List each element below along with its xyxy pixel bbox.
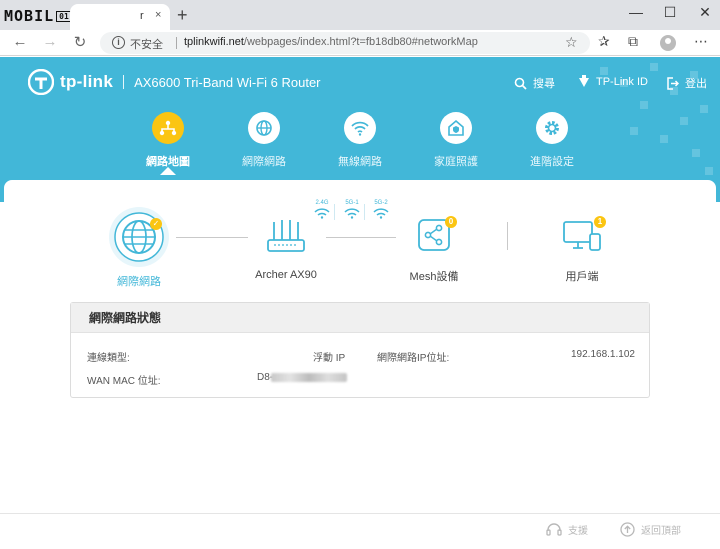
new-tab-button[interactable]: + [177,5,188,26]
internet-status-card: 網際網路狀態 連線類型: 浮動 IP 網際網路IP位址: 192.168.1.1… [70,302,650,398]
more-menu-icon[interactable]: ⋯ [694,33,708,50]
menu-advanced[interactable]: 進階設定 [504,112,600,169]
band-5g2[interactable]: 5G-2 [371,200,391,224]
router-label: Archer AX90 [255,269,317,281]
wifi-small-icon [314,208,330,219]
router-model-title: AX6600 Tri-Band Wi-Fi 6 Router [134,74,321,90]
search-label: 搜尋 [533,78,555,90]
address-bar[interactable]: i 不安全 tplinkwifi.net/webpages/index.html… [100,32,590,54]
network-map-icon [152,112,184,144]
connector-line [176,237,248,238]
band-label: 5G-2 [374,200,388,206]
maximize-button[interactable]: ☐ [655,4,685,21]
band-5g1[interactable]: 5G-1 [342,200,362,224]
arrow-up-circle-icon [620,522,635,537]
home-care-icon [440,112,472,144]
close-window-button[interactable]: ✕ [690,4,720,21]
tab-title: r [140,10,144,22]
status-card-title: 網際網路狀態 [71,303,649,333]
internet-label: 網際網路 [117,276,161,288]
band-label: 2.4G [315,200,329,206]
logout-button[interactable]: 登出 [666,75,707,91]
band-divider [334,204,335,220]
connection-type-value: 浮動 IP [313,353,346,364]
internet-globe-icon [109,207,169,267]
clients-count-badge: 1 [594,216,606,228]
connection-type-label: 連線類型: [87,353,130,364]
search-button[interactable]: 搜尋 [514,75,555,91]
menu-wireless[interactable]: 無線網路 [312,112,408,169]
tplink-id-label: TP-Link ID [596,75,648,88]
active-menu-indicator [160,167,176,175]
back-to-top-button[interactable]: 返回頂部 [620,522,681,537]
security-label: 不安全 [130,39,163,51]
menu-home-care[interactable]: 家庭照護 [408,112,504,169]
search-icon [514,77,527,90]
support-button[interactable]: 支援 [546,522,588,537]
footer-divider [0,513,720,514]
back-to-top-label: 返回頂部 [641,526,681,537]
browser-toolbar: ← → ↻ i 不安全 tplinkwifi.net/webpages/inde… [0,30,720,56]
support-label: 支援 [568,526,588,537]
minimize-button[interactable]: — [621,4,651,20]
band-label: 5G-1 [345,200,359,206]
profile-avatar[interactable] [660,35,676,51]
wan-mac-label: WAN MAC 位址: [87,376,161,387]
router-icon [267,220,305,252]
connector-line [326,237,396,238]
internet-node[interactable]: ✓ 網際網路 [104,206,174,289]
band-24g[interactable]: 2.4G [312,200,332,224]
menu-label: 網際網路 [242,156,286,168]
bookmark-star-icon[interactable]: ☆ [565,34,578,51]
tab-close-button[interactable]: × [155,9,161,21]
band-divider [364,204,365,220]
clients-label: 用戶端 [565,271,599,283]
connector-divider [507,222,508,250]
globe-icon [248,112,280,144]
collections-icon[interactable]: ⧉ [628,33,638,50]
main-content: ✓ 網際網路 Archer AX90 2.4G 5G-1 5G-2 0 Mesh… [4,180,716,546]
clients-node[interactable]: 1 用戶端 [546,216,618,284]
forward-arrow-icon[interactable]: → [40,33,60,50]
tplink-id-button[interactable]: TP-Link ID [578,75,648,88]
logout-label: 登出 [685,78,707,90]
internet-ip-label: 網際網路IP位址: [377,353,450,364]
url-path: /webpages/index.html?t=fb18db80#networkM… [243,36,478,48]
tplink-id-icon [579,75,589,87]
router-node[interactable]: Archer AX90 [250,218,322,281]
logout-icon [667,76,679,90]
reload-icon[interactable]: ↻ [70,33,90,51]
mesh-label: Mesh設備 [409,271,459,283]
url-text[interactable]: tplinkwifi.net/webpages/index.html?t=fb1… [184,36,478,48]
url-host: tplinkwifi.net [184,36,244,48]
gear-icon [536,112,568,144]
mesh-node[interactable]: 0 Mesh設備 [398,216,470,284]
wifi-small-icon [373,208,389,219]
menu-internet[interactable]: 網際網路 [216,112,312,169]
wifi-small-icon [344,208,360,219]
menu-network-map[interactable]: 網路地圖 [120,112,216,169]
menu-label: 家庭照護 [434,156,478,168]
browser-tab-strip: MOBIL01e r × + — ☐ ✕ [0,0,720,30]
favorites-icon[interactable]: ✰ [598,33,610,50]
menu-label: 無線網路 [338,156,382,168]
check-badge-icon: ✓ [150,218,162,230]
address-divider [176,37,177,49]
mesh-count-badge: 0 [445,216,457,228]
back-arrow-icon[interactable]: ← [10,33,30,50]
brand-divider [123,75,125,89]
brand: tp-link AX6600 Tri-Band Wi-Fi 6 Router [28,69,321,95]
info-icon[interactable]: i [112,36,125,49]
internet-ip-value: 192.168.1.102 [571,349,635,360]
headset-icon [546,522,562,536]
menu-label: 進階設定 [530,156,574,168]
mac-redaction-blur [271,373,347,382]
brand-name: tp-link [60,72,114,91]
tplink-logo-icon [28,69,54,95]
wifi-icon [344,112,376,144]
